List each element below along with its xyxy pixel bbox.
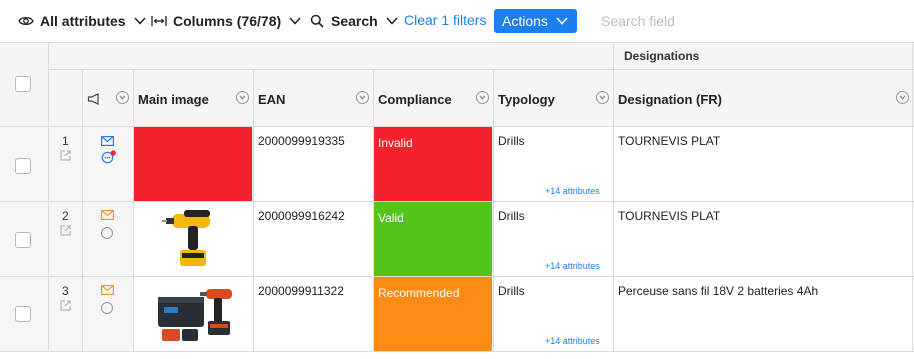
- columns-dropdown[interactable]: Columns (76/78): [151, 11, 301, 31]
- column-header-main-image[interactable]: Main image: [138, 92, 209, 107]
- toolbar: All attributes Columns (76/78) Search Cl…: [0, 0, 914, 42]
- row-checkbox[interactable]: [15, 306, 31, 322]
- compliance-cell-invalid: Invalid: [373, 127, 492, 201]
- circle-icon[interactable]: [101, 302, 113, 314]
- grid-line: [0, 201, 914, 202]
- column-width-icon: [151, 16, 167, 26]
- attributes-label: All attributes: [40, 13, 126, 29]
- megaphone-icon[interactable]: [87, 93, 100, 105]
- compliance-label: Invalid: [378, 136, 413, 150]
- search-input[interactable]: [592, 9, 902, 33]
- compliance-cell-recommended: Recommended: [373, 277, 492, 351]
- grid-line: [912, 42, 913, 352]
- external-edit-icon[interactable]: [60, 225, 71, 236]
- ean-cell: 2000099916242: [258, 209, 345, 223]
- drill-product-image[interactable]: [162, 206, 220, 270]
- external-edit-icon[interactable]: [60, 300, 71, 311]
- column-menu-icon[interactable]: [596, 91, 609, 104]
- chevron-down-icon: [556, 17, 568, 25]
- more-attributes-link[interactable]: +14 attributes: [545, 186, 600, 196]
- external-edit-icon[interactable]: [60, 150, 71, 161]
- grid-header: [0, 42, 914, 126]
- grid-line: [0, 42, 914, 43]
- column-header-typology[interactable]: Typology: [498, 92, 555, 107]
- column-header-designation-fr[interactable]: Designation (FR): [618, 92, 722, 107]
- compliance-label: Recommended: [378, 286, 460, 300]
- column-menu-icon[interactable]: [896, 91, 909, 104]
- envelope-icon[interactable]: [101, 210, 114, 220]
- product-grid: Designations Main image EAN Compliance T…: [0, 42, 914, 359]
- typology-cell: Drills: [498, 134, 525, 148]
- typology-cell: Drills: [498, 209, 525, 223]
- grid-line: [373, 69, 374, 352]
- envelope-icon[interactable]: [101, 285, 114, 295]
- eye-icon: [18, 16, 34, 26]
- compliance-cell-valid: Valid: [373, 202, 492, 276]
- designation-cell: TOURNEVIS PLAT: [618, 209, 721, 223]
- grid-line: [133, 69, 134, 352]
- actions-label: Actions: [502, 13, 548, 29]
- row-checkbox[interactable]: [15, 158, 31, 174]
- row-number: 3: [62, 284, 69, 298]
- ean-cell: 2000099919335: [258, 134, 345, 148]
- column-header-ean[interactable]: EAN: [258, 92, 285, 107]
- chevron-down-icon: [134, 17, 146, 25]
- row-checkbox[interactable]: [15, 232, 31, 248]
- comment-icon[interactable]: [101, 150, 117, 164]
- designation-cell: Perceuse sans fil 18V 2 batteries 4Ah: [618, 284, 819, 298]
- grid-line: [82, 69, 83, 352]
- column-menu-icon[interactable]: [236, 91, 249, 104]
- designation-cell: TOURNEVIS PLAT: [618, 134, 721, 148]
- grid-line: [48, 42, 49, 352]
- search-dropdown[interactable]: Search: [310, 11, 398, 31]
- grid-line: [48, 69, 914, 70]
- row-number: 1: [62, 134, 69, 148]
- columns-label: Columns (76/78): [173, 13, 282, 29]
- search-icon: [310, 14, 324, 28]
- clear-filters-link[interactable]: Clear 1 filters: [404, 12, 486, 28]
- grid-line: [0, 126, 914, 127]
- column-menu-icon[interactable]: [116, 91, 129, 104]
- grid-line: [253, 69, 254, 352]
- column-menu-icon[interactable]: [476, 91, 489, 104]
- group-header-designations: Designations: [624, 49, 700, 63]
- envelope-icon[interactable]: [101, 136, 114, 146]
- main-image-placeholder[interactable]: [133, 127, 252, 201]
- grid-line: [0, 351, 914, 352]
- column-header-compliance[interactable]: Compliance: [378, 92, 452, 107]
- select-all-checkbox[interactable]: [15, 76, 31, 92]
- chevron-down-icon: [386, 17, 398, 25]
- more-attributes-link[interactable]: +14 attributes: [545, 261, 600, 271]
- drill-kit-product-image[interactable]: [156, 281, 240, 345]
- grid-line: [613, 42, 614, 352]
- grid-line: [0, 276, 914, 277]
- column-menu-icon[interactable]: [356, 91, 369, 104]
- actions-button[interactable]: Actions: [494, 9, 577, 33]
- circle-icon[interactable]: [101, 227, 113, 239]
- typology-cell: Drills: [498, 284, 525, 298]
- more-attributes-link[interactable]: +14 attributes: [545, 336, 600, 346]
- search-label: Search: [331, 13, 378, 29]
- ean-cell: 2000099911322: [258, 284, 344, 298]
- chevron-down-icon: [289, 17, 301, 25]
- grid-line: [493, 69, 494, 352]
- attributes-dropdown[interactable]: All attributes: [18, 11, 146, 31]
- compliance-label: Valid: [378, 211, 404, 225]
- row-number: 2: [62, 209, 69, 223]
